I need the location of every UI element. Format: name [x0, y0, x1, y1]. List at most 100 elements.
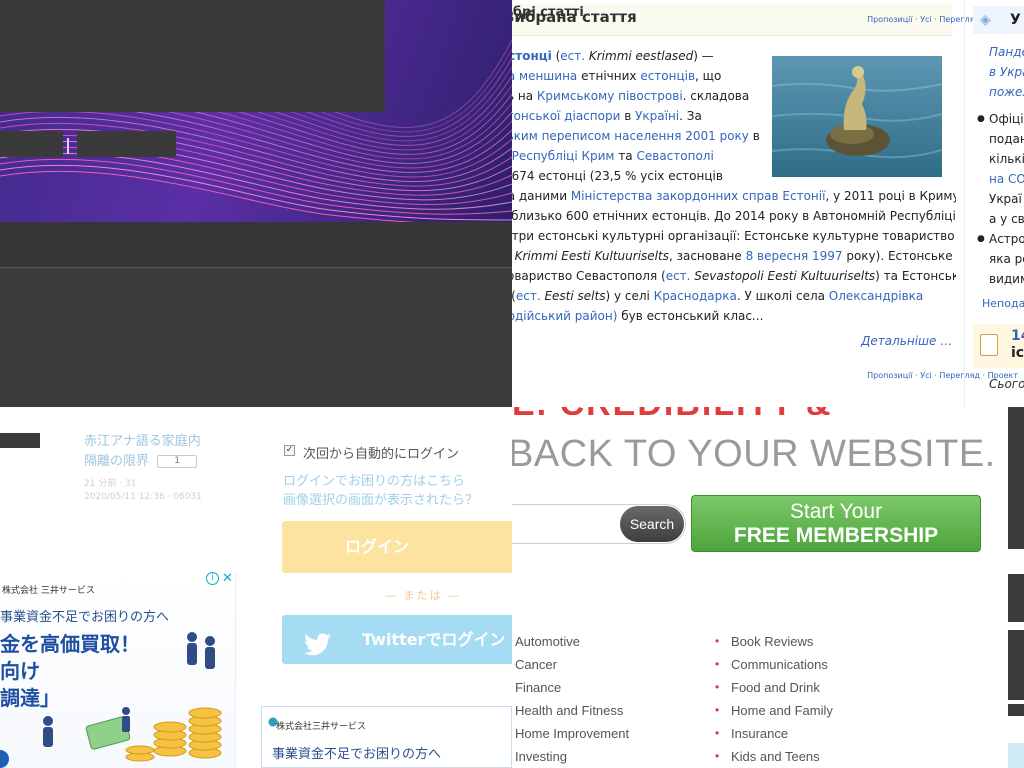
article-link[interactable]: Краснодарка — [654, 289, 737, 303]
category-link[interactable]: Automotive — [515, 630, 580, 653]
article-line: ть на Кримському півострові. складова — [512, 86, 762, 106]
category-link[interactable]: • Home and Family — [715, 699, 833, 722]
category-link[interactable]: • Kids and Teens — [715, 745, 820, 768]
category-label: Automotive — [515, 634, 581, 649]
news-list-line: а у сві — [989, 212, 1024, 226]
red-headline-fragment: E, CREDIBILITY & — [512, 407, 1024, 415]
article-text: За даними — [512, 189, 568, 203]
category-link[interactable]: • Communications — [715, 653, 828, 676]
news-list-line: Офіці — [989, 112, 1024, 126]
category-link[interactable]: • Food and Drink — [715, 676, 820, 699]
article-text: товариство Севастополя ( — [512, 269, 666, 283]
article-line: ським переписом населення 2001 року в — [512, 126, 762, 146]
bullet-icon: • — [715, 634, 720, 648]
article-text: ть на — [512, 89, 534, 103]
image-select-help-link[interactable]: 画像選択の画面が表示されたら？ — [283, 489, 478, 508]
article-link[interactable]: ест. — [666, 269, 691, 283]
news-list-line: Астро — [989, 232, 1024, 246]
dark-tab-left — [0, 398, 62, 407]
news-title-cont[interactable]: 隔離の限界 — [84, 454, 149, 469]
category-label: Insurance — [731, 726, 789, 741]
free-membership-button[interactable]: Start Your FREE MEMBERSHIP — [691, 495, 981, 552]
article-link[interactable]: ським переписом населення 2001 року — [512, 129, 749, 143]
bullet-icon: ● — [977, 234, 985, 244]
good-articles-title: обрі статті — [512, 5, 584, 20]
nav-separator — [67, 138, 69, 154]
article-text: Sevastopoli Eesti Kultuuriselts — [690, 269, 876, 283]
ad-banner-right[interactable]: 株式会社三井サービス 事業資金不足でお困りの方へ — [261, 706, 512, 768]
article-link[interactable]: на меншина — [512, 69, 577, 83]
twitter-login-button[interactable]: Twitterでログイン — [282, 615, 512, 664]
article-link[interactable]: 8 вересня 1997 — [746, 249, 843, 263]
auto-login-label[interactable]: 次回から自動的にログイン — [303, 443, 459, 462]
news-italic-line: пожеж — [989, 85, 1024, 99]
bullet-icon: • — [715, 703, 720, 717]
article-link[interactable]: ест. — [516, 289, 541, 303]
category-link[interactable]: • Insurance — [715, 722, 789, 745]
dark-overlay-panel — [0, 0, 385, 112]
article-link[interactable]: Кримському півострові — [537, 89, 683, 103]
article-link[interactable]: естонці — [512, 49, 552, 63]
article-text: ( — [551, 49, 561, 63]
light-edge-block — [1008, 743, 1024, 768]
article-line: товариство Севастополя (ест. Sevastopoli… — [512, 266, 956, 286]
article-line: и 674 естонці (23,5 % усіх естонців — [512, 166, 762, 186]
anniversary-date[interactable]: 14 — [1011, 328, 1024, 344]
article-link[interactable]: ардійський район) — [512, 309, 617, 323]
headline: BACK TO YOUR WEBSITE. — [512, 433, 996, 475]
login-button[interactable]: ログイン — [282, 521, 512, 573]
article-link[interactable]: стонської діаспори — [512, 109, 620, 123]
article-link[interactable]: Севастополі — [636, 149, 713, 163]
twitter-bird-icon — [304, 627, 332, 676]
article-link[interactable]: Міністерства закордонних справ Естонії — [571, 189, 826, 203]
ad-illustration — [0, 632, 222, 768]
category-label: Home Improvement — [515, 726, 630, 741]
category-link[interactable]: Finance — [515, 676, 561, 699]
dark-tab-right — [74, 398, 232, 407]
category-link[interactable]: • Book Reviews — [715, 630, 814, 653]
news-list-line[interactable]: на СО — [989, 169, 1024, 189]
login-help-link[interactable]: ログインでお困りの方はこちら — [283, 470, 465, 489]
category-label: Home and Family — [731, 703, 833, 718]
bullet-icon: ● — [977, 114, 985, 124]
category-link[interactable]: Investing — [515, 745, 567, 768]
globe-icon: ◈ — [980, 12, 991, 28]
article-line: й Республіці Крим та Севастополі — [512, 146, 762, 166]
news-more-link[interactable]: Неподал — [982, 297, 1024, 310]
dark-edge-block — [1008, 630, 1024, 700]
article-link[interactable]: Україні — [635, 109, 679, 123]
dark-nav-block-right[interactable] — [77, 131, 176, 157]
featured-more-link[interactable]: Детальніше … — [861, 334, 952, 348]
news-box-list: ● Офіці подан кількі на СО Украї а у сві… — [977, 109, 1024, 289]
category-label: Communications — [731, 657, 828, 672]
news-item[interactable]: 赤江アナ語る家庭内 隔離の限界 1 — [84, 432, 234, 472]
article-text: року). Естонське — [842, 249, 953, 263]
ad-banner-left[interactable]: 株式会社 三井サービス 事業資金不足でお困りの方へ 金を高価買取！ 向け 調達」… — [0, 571, 236, 768]
article-link[interactable]: естонців — [640, 69, 695, 83]
category-label: Cancer — [515, 657, 557, 672]
cta-line-1: Start Your — [789, 500, 883, 523]
news-title[interactable]: 赤江アナ語る家庭内 — [84, 432, 234, 452]
search-button[interactable]: Search — [620, 506, 684, 542]
featured-article-image[interactable] — [772, 56, 942, 177]
wikipedia-page: Вибрана стаття Пропозиції · Усі · Перегл… — [512, 0, 1024, 407]
news-box-italic[interactable]: Панде в Укра пожеж — [989, 42, 1024, 102]
auto-login-checkbox[interactable]: ✓ — [284, 445, 295, 456]
category-link[interactable]: Health and Fitness — [515, 699, 623, 722]
article-text: и три естонські культурні організації: Е… — [512, 229, 955, 243]
category-label: Health and Fitness — [515, 703, 624, 718]
article-text: . складова — [682, 89, 750, 103]
dark-nav-block-left[interactable] — [0, 131, 63, 157]
article-line: т. Krimmi Eesti Kultuuriselts, засноване… — [512, 246, 956, 266]
dark-edge-block — [1008, 574, 1024, 622]
category-link[interactable]: Cancer — [515, 653, 557, 676]
article-link[interactable]: ест. — [560, 49, 585, 63]
category-link[interactable]: Home Improvement — [515, 722, 629, 745]
news-italic-line: Панде — [989, 45, 1024, 59]
article-link[interactable]: Олександрівка — [829, 289, 923, 303]
article-line: За даними Міністерства закордонних справ… — [512, 186, 956, 206]
article-line: о близько 600 етнічних естонців. До 2014… — [512, 206, 956, 226]
ad2-tagline: 事業資金不足でお困りの方へ — [272, 747, 442, 762]
article-link[interactable]: й Республіці Крим — [512, 149, 615, 163]
category-label: Book Reviews — [731, 634, 814, 649]
